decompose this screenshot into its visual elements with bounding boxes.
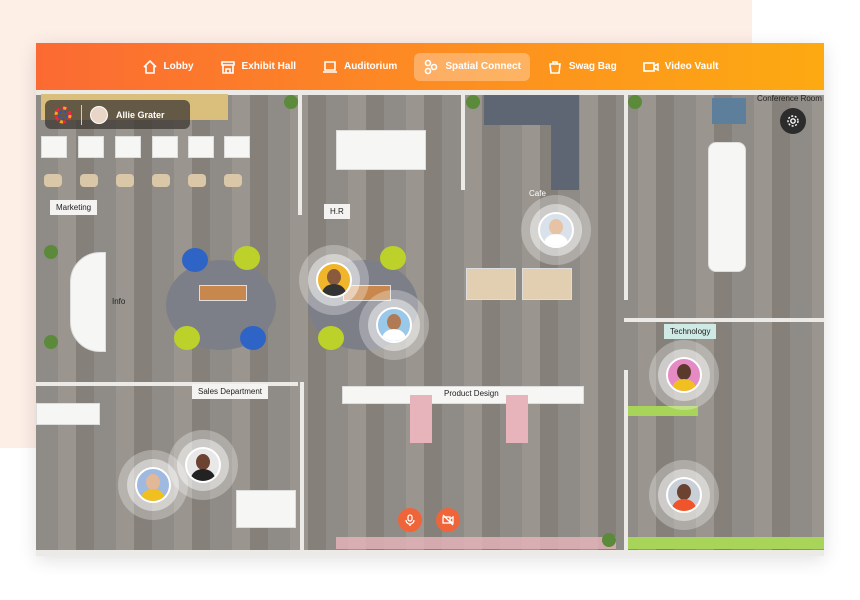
floor-plan[interactable]: Marketing H.R Cafe Conference Room Info … [36,90,824,556]
participant-avatar[interactable] [299,245,369,315]
home-icon [142,59,157,74]
wall [624,90,628,300]
room-label-info: Info [112,297,126,306]
room-label-sales: Sales Department [192,384,269,399]
people-icon [425,59,438,74]
room-label-technology: Technology [664,324,717,339]
participant-avatar[interactable] [168,430,238,500]
microphone-icon [405,514,415,526]
wall [461,90,465,190]
settings-button[interactable] [780,108,806,134]
user-chip[interactable]: Allie Grater [45,100,190,129]
camera-off-button[interactable] [436,508,460,532]
participant-avatar[interactable] [359,290,429,360]
user-name: Allie Grater [116,109,165,120]
divider [81,104,82,125]
video-off-icon [442,514,454,526]
participant-avatar[interactable] [649,460,719,530]
room-label-marketing: Marketing [50,200,98,215]
laptop-icon [323,60,337,73]
room-label-hr: H.R [324,204,350,219]
wall [298,90,302,215]
video-icon [642,61,659,72]
bag-icon [549,60,561,74]
wall [36,550,824,556]
brand-logo [54,106,72,123]
gear-icon [787,115,799,127]
microphone-button[interactable] [398,508,422,532]
participant-avatar[interactable] [649,340,719,410]
room-label-conference: Conference Room [757,94,822,103]
nav-auditorium[interactable]: Auditorium [313,53,406,81]
avatar [90,105,108,124]
spatial-connect-app: Lobby Exhibit Hall Auditorium Spatial Co… [36,43,824,556]
wall [300,382,304,556]
store-icon [220,60,235,74]
top-nav: Lobby Exhibit Hall Auditorium Spatial Co… [36,43,824,90]
nav-swag-bag[interactable]: Swag Bag [538,53,626,81]
participant-avatar[interactable] [521,195,591,265]
wall [624,370,628,556]
room-label-product-design: Product Design [444,389,499,398]
nav-exhibit-hall[interactable]: Exhibit Hall [211,53,305,81]
nav-spatial-connect[interactable]: Spatial Connect [414,52,530,81]
wall [624,318,824,322]
nav-video-vault[interactable]: Video Vault [634,53,728,81]
nav-lobby[interactable]: Lobby [133,53,203,81]
